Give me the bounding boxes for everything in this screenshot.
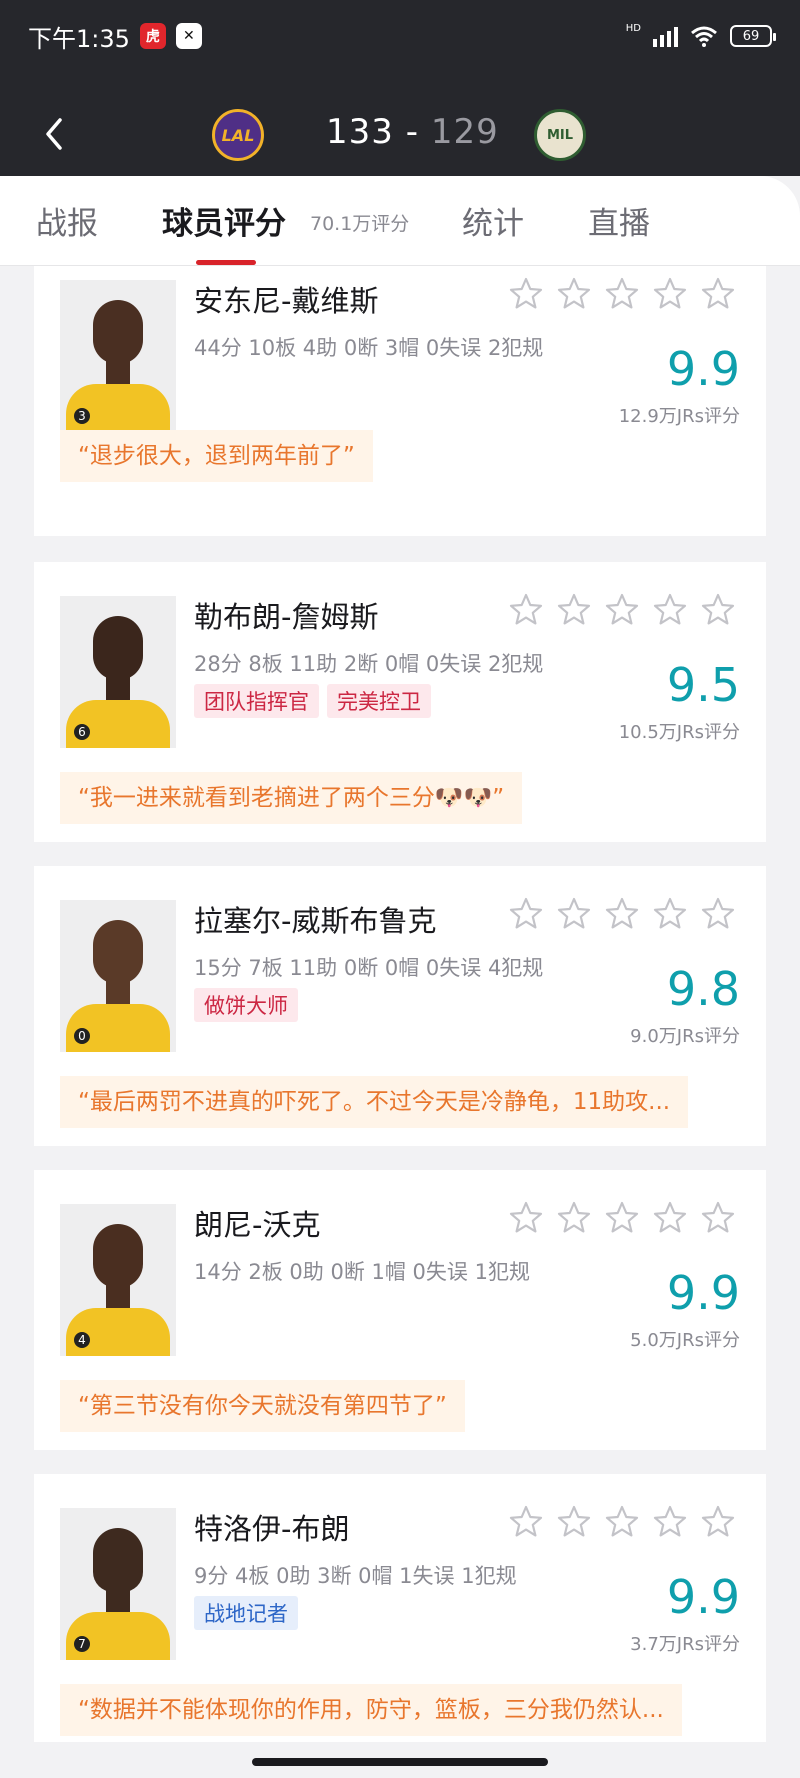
star-outline-icon[interactable] [604,276,640,312]
player-tags: 做饼大师 [194,988,298,1022]
star-rating-input[interactable] [508,896,736,932]
player-rating-count: 12.9万JRs评分 [618,406,740,427]
star-outline-icon[interactable] [604,1504,640,1540]
star-outline-icon[interactable] [652,1200,688,1236]
top-comment[interactable]: “数据并不能体现你的作用，防守，篮板，三分我仍然认... [60,1684,682,1736]
player-name: 朗尼-沃克 [194,1208,321,1242]
player-rating-score: 9.9 [666,1266,740,1320]
hd-label: HD [625,22,641,34]
star-outline-icon[interactable] [508,592,544,628]
star-outline-icon[interactable] [508,1504,544,1540]
score-separator: - [405,112,419,152]
star-outline-icon[interactable] [652,276,688,312]
away-score: 129 [430,112,499,152]
top-comment[interactable]: “我一进来就看到老摘进了两个三分🐶🐶” [60,772,523,824]
player-stats: 15分 7板 11助 0断 0帽 0失误 4犯规 [194,956,544,980]
player-name: 勒布朗-詹姆斯 [194,600,379,634]
player-photo: 7 [60,1508,176,1660]
star-rating-input[interactable] [508,276,736,312]
player-name: 拉塞尔-威斯布鲁克 [194,904,437,938]
player-rating-list: 3 安东尼-戴维斯 44分 10板 4助 0断 3帽 0失误 2犯规 9.9 1… [0,266,800,1742]
player-photo: 4 [60,1204,176,1356]
signal-icon [653,25,678,47]
hupu-app-icon: 虎 [139,23,166,49]
wifi-icon [691,26,717,47]
header: 下午1:35 虎 ✕ HD 69 LAL 133 - 129 MIL [0,0,800,176]
capcut-app-icon: ✕ [175,23,202,49]
tab-report[interactable]: 战报 [36,198,98,243]
star-outline-icon[interactable] [700,1200,736,1236]
star-outline-icon[interactable] [556,896,592,932]
star-outline-icon[interactable] [508,276,544,312]
player-name: 特洛伊-布朗 [194,1512,350,1546]
star-outline-icon[interactable] [652,592,688,628]
tab-bar: 战报 球员评分 70.1万评分 统计 直播 [0,176,800,266]
top-comment[interactable]: “退步很大，退到两年前了” [60,430,373,482]
tab-rating-count: 70.1万评分 [310,213,410,235]
status-bar: 下午1:35 虎 ✕ HD 69 [28,18,776,54]
player-photo: 3 [60,280,176,432]
star-outline-icon[interactable] [652,896,688,932]
star-rating-input[interactable] [508,592,736,628]
home-team-logo[interactable]: LAL [212,109,264,161]
star-outline-icon[interactable] [604,1200,640,1236]
away-team-logo[interactable]: MIL [534,109,586,161]
player-card[interactable]: 0 拉塞尔-威斯布鲁克 15分 7板 11助 0断 0帽 0失误 4犯规 做饼大… [34,866,766,1146]
player-rating-count: 5.0万JRs评分 [630,1330,740,1351]
player-tags: 团队指挥官 完美控卫 [194,684,431,718]
player-photo: 6 [60,596,176,748]
match-score: 133 - 129 [326,112,499,152]
tab-live[interactable]: 直播 [588,198,650,243]
star-outline-icon[interactable] [700,896,736,932]
player-stats: 9分 4板 0助 3断 0帽 1失误 1犯规 [194,1564,517,1588]
top-comment[interactable]: “第三节没有你今天就没有第四节了” [60,1380,465,1432]
home-indicator[interactable] [252,1758,548,1766]
battery-icon: 69 [730,25,776,47]
player-rating-count: 3.7万JRs评分 [630,1634,740,1655]
status-time: 下午1:35 [28,24,130,53]
player-stats: 28分 8板 11助 2断 0帽 0失误 2犯规 [194,652,544,676]
star-outline-icon[interactable] [556,1504,592,1540]
player-rating-score: 9.8 [666,962,740,1016]
star-rating-input[interactable] [508,1504,736,1540]
player-tag: 战地记者 [194,1596,298,1630]
star-outline-icon[interactable] [508,896,544,932]
star-outline-icon[interactable] [508,1200,544,1236]
tab-stats[interactable]: 统计 [462,198,524,243]
player-card[interactable]: 4 朗尼-沃克 14分 2板 0助 0断 1帽 0失误 1犯规 9.9 5.0万… [34,1170,766,1450]
star-outline-icon[interactable] [700,592,736,628]
player-tag: 完美控卫 [327,684,431,718]
star-outline-icon[interactable] [700,1504,736,1540]
player-name: 安东尼-戴维斯 [194,284,379,318]
top-comment[interactable]: “最后两罚不进真的吓死了。不过今天是冷静龟，11助攻... [60,1076,689,1128]
active-tab-indicator [196,260,256,265]
back-chevron-icon[interactable] [40,114,70,154]
player-rating-score: 9.9 [666,342,740,396]
player-rating-score: 9.9 [666,1570,740,1624]
star-outline-icon[interactable] [556,1200,592,1236]
player-tags: 战地记者 [194,1596,298,1630]
star-outline-icon[interactable] [652,1504,688,1540]
score-bar: LAL 133 - 129 MIL [0,100,800,170]
star-outline-icon[interactable] [700,276,736,312]
player-rating-score: 9.5 [666,658,740,712]
star-outline-icon[interactable] [556,592,592,628]
player-card[interactable]: 3 安东尼-戴维斯 44分 10板 4助 0断 3帽 0失误 2犯规 9.9 1… [34,266,766,536]
player-rating-count: 10.5万JRs评分 [618,722,740,743]
player-photo: 0 [60,900,176,1052]
star-outline-icon[interactable] [556,276,592,312]
star-outline-icon[interactable] [604,592,640,628]
player-card[interactable]: 7 特洛伊-布朗 9分 4板 0助 3断 0帽 1失误 1犯规 战地记者 9.9… [34,1474,766,1742]
home-score: 133 [326,112,394,152]
player-stats: 44分 10板 4助 0断 3帽 0失误 2犯规 [194,336,544,360]
player-card[interactable]: 6 勒布朗-詹姆斯 28分 8板 11助 2断 0帽 0失误 2犯规 团队指挥官… [34,562,766,842]
player-stats: 14分 2板 0助 0断 1帽 0失误 1犯规 [194,1260,530,1284]
player-tag: 做饼大师 [194,988,298,1022]
star-outline-icon[interactable] [604,896,640,932]
tab-player-rating[interactable]: 球员评分 [162,198,286,243]
player-rating-count: 9.0万JRs评分 [630,1026,740,1047]
player-tag: 团队指挥官 [194,684,319,718]
star-rating-input[interactable] [508,1200,736,1236]
